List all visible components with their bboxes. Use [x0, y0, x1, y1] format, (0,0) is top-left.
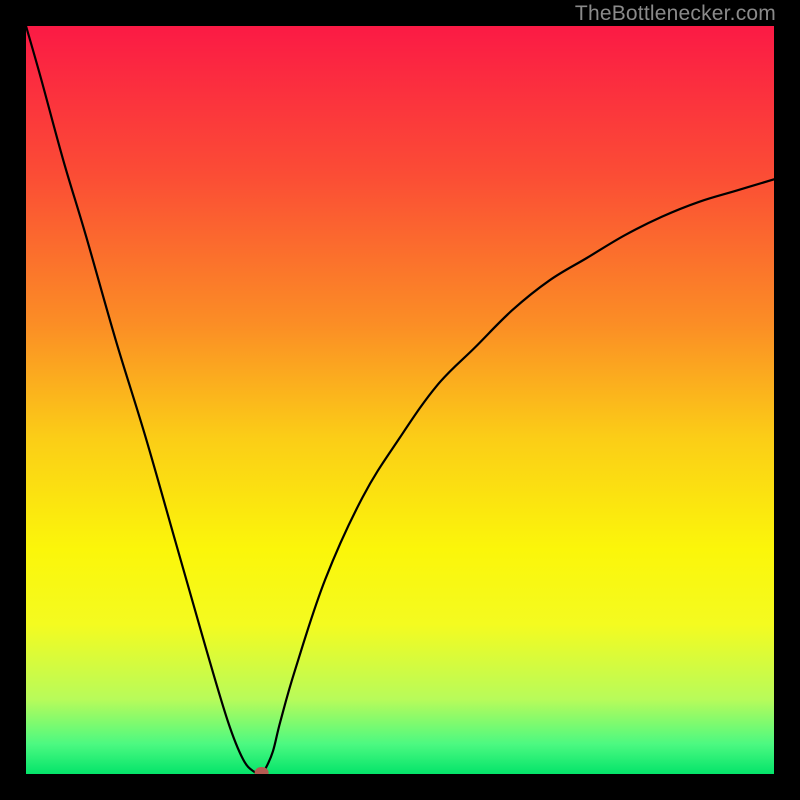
chart-frame: TheBottlenecker.com: [0, 0, 800, 800]
plot-area: [26, 26, 774, 774]
chart-svg: [26, 26, 774, 774]
gradient-background: [26, 26, 774, 774]
source-attribution-label: TheBottlenecker.com: [575, 2, 776, 26]
